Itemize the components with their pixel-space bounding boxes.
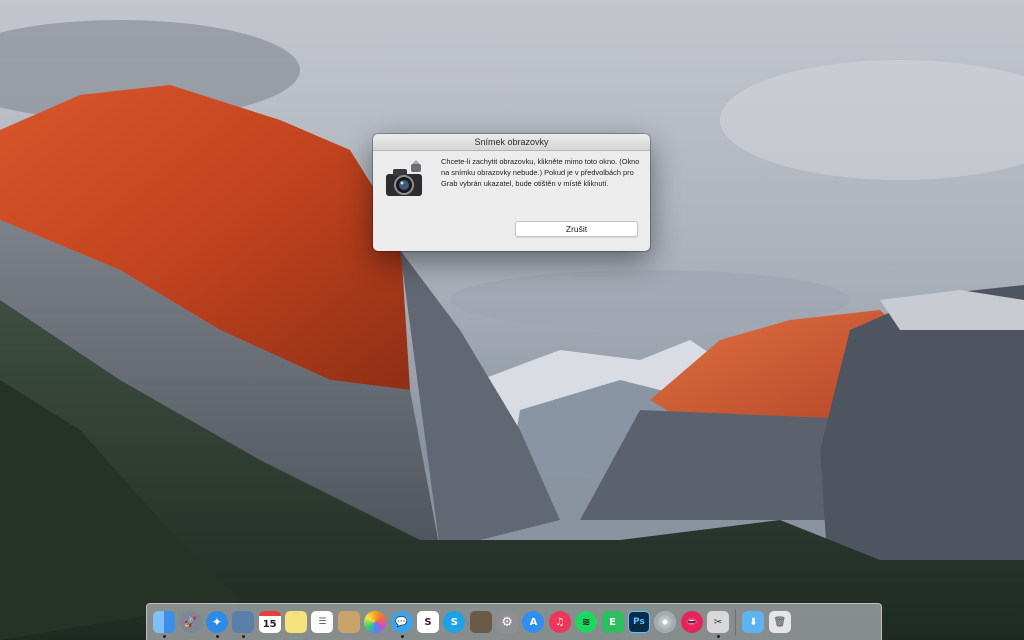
preview-icon[interactable] bbox=[232, 611, 255, 638]
screenshot-dialog: Snímek obrazovky Chcete-li zachytit obra… bbox=[373, 134, 650, 251]
trash-icon[interactable]: 🗑 bbox=[768, 611, 791, 633]
folder-icon[interactable]: ⬇ bbox=[742, 611, 765, 633]
dock: 🚀 ✦ 15 ☰ 💬 S S ⚙ A ♫ ≋ E Ps 👄 ✂ ⬇ 🗑 bbox=[146, 603, 882, 640]
spotify-icon[interactable]: ≋ bbox=[575, 611, 598, 633]
contacts-icon[interactable] bbox=[337, 611, 360, 633]
reminders-icon[interactable]: ☰ bbox=[311, 611, 334, 633]
finder-icon[interactable] bbox=[153, 611, 176, 638]
slack-icon[interactable]: S bbox=[416, 611, 439, 633]
app-store-icon[interactable]: A bbox=[522, 611, 545, 633]
dock-separator bbox=[735, 609, 737, 635]
music-note-icon[interactable]: ♫ bbox=[548, 611, 571, 633]
evernote-icon[interactable]: E bbox=[601, 611, 624, 633]
camera-icon bbox=[383, 160, 425, 200]
notebook-icon[interactable] bbox=[469, 611, 492, 633]
gear-icon[interactable]: ⚙ bbox=[496, 611, 519, 633]
cancel-button[interactable]: Zrušit bbox=[515, 221, 638, 237]
notes-icon[interactable] bbox=[285, 611, 308, 633]
lips-icon[interactable]: 👄 bbox=[680, 611, 703, 633]
dialog-message: Chcete-li zachytit obrazovku, klikněte m… bbox=[441, 157, 640, 188]
compass-icon[interactable]: ✦ bbox=[205, 611, 228, 638]
messages-icon[interactable]: 💬 bbox=[390, 611, 413, 638]
photoshop-icon[interactable]: Ps bbox=[627, 611, 650, 633]
desktop-wallpaper bbox=[0, 0, 1024, 640]
disc-icon[interactable] bbox=[654, 611, 677, 633]
photos-icon[interactable] bbox=[364, 611, 387, 633]
skype-icon[interactable]: S bbox=[443, 611, 466, 633]
dialog-title: Snímek obrazovky bbox=[373, 134, 650, 151]
calendar-icon[interactable]: 15 bbox=[258, 611, 281, 633]
grab-icon[interactable]: ✂ bbox=[707, 611, 730, 638]
rocket-icon[interactable]: 🚀 bbox=[179, 611, 202, 633]
